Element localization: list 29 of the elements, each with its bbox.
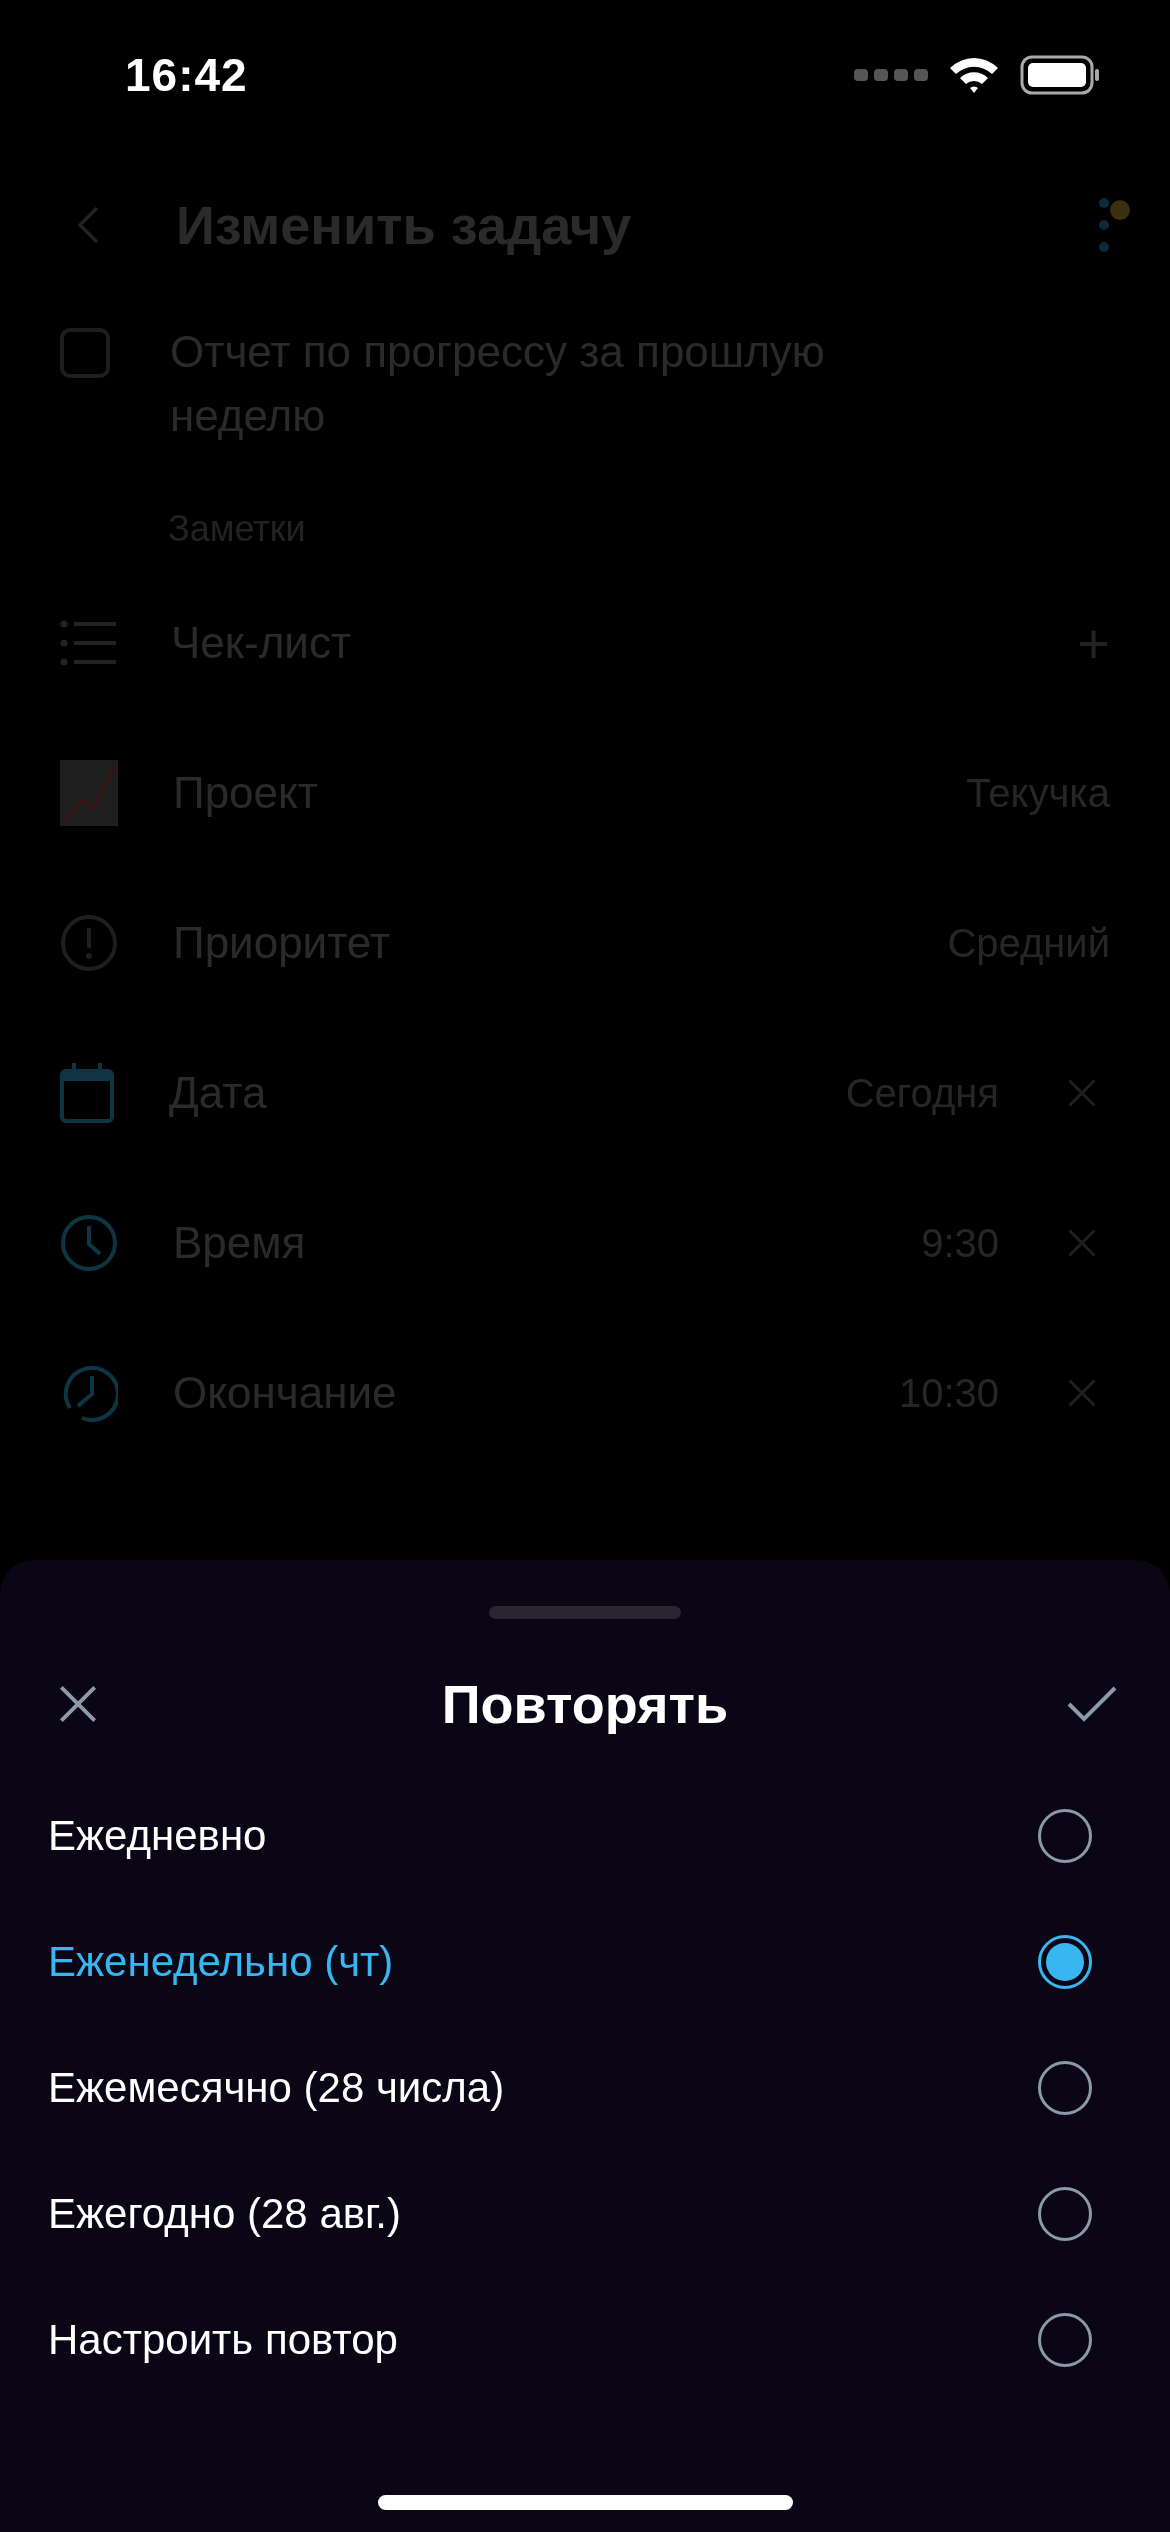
close-icon bbox=[1067, 1228, 1097, 1258]
exclamation-icon bbox=[60, 914, 118, 972]
radio-button[interactable] bbox=[1038, 1935, 1092, 1989]
close-icon bbox=[1067, 1078, 1097, 1108]
calendar-icon bbox=[60, 1063, 114, 1123]
radio-button[interactable] bbox=[1038, 1809, 1092, 1863]
repeat-option[interactable]: Настроить повтор bbox=[0, 2277, 1170, 2403]
battery-icon bbox=[1020, 55, 1100, 95]
notification-dot bbox=[1110, 200, 1130, 220]
task-checkbox[interactable] bbox=[60, 328, 110, 378]
list-icon bbox=[60, 620, 116, 666]
sheet-title: Повторять bbox=[441, 1673, 729, 1735]
radio-button[interactable] bbox=[1038, 2187, 1092, 2241]
repeat-option[interactable]: Ежедневно bbox=[0, 1773, 1170, 1899]
close-icon bbox=[1067, 1378, 1097, 1408]
wifi-icon bbox=[948, 56, 1000, 94]
repeat-option[interactable]: Еженедельно (чт) bbox=[0, 1899, 1170, 2025]
close-icon bbox=[58, 1684, 98, 1724]
radio-button[interactable] bbox=[1038, 2061, 1092, 2115]
back-icon bbox=[77, 206, 99, 244]
sheet-handle[interactable] bbox=[489, 1606, 681, 1619]
repeat-option[interactable]: Ежегодно (28 авг.) bbox=[0, 2151, 1170, 2277]
repeat-option[interactable]: Ежемесячно (28 числа) bbox=[0, 2025, 1170, 2151]
signal-icon bbox=[854, 68, 928, 82]
chart-icon bbox=[60, 760, 118, 826]
radio-button[interactable] bbox=[1038, 2313, 1092, 2367]
status-time: 16:42 bbox=[125, 48, 248, 102]
check-icon bbox=[1067, 1686, 1117, 1722]
clock-icon bbox=[60, 1214, 118, 1272]
